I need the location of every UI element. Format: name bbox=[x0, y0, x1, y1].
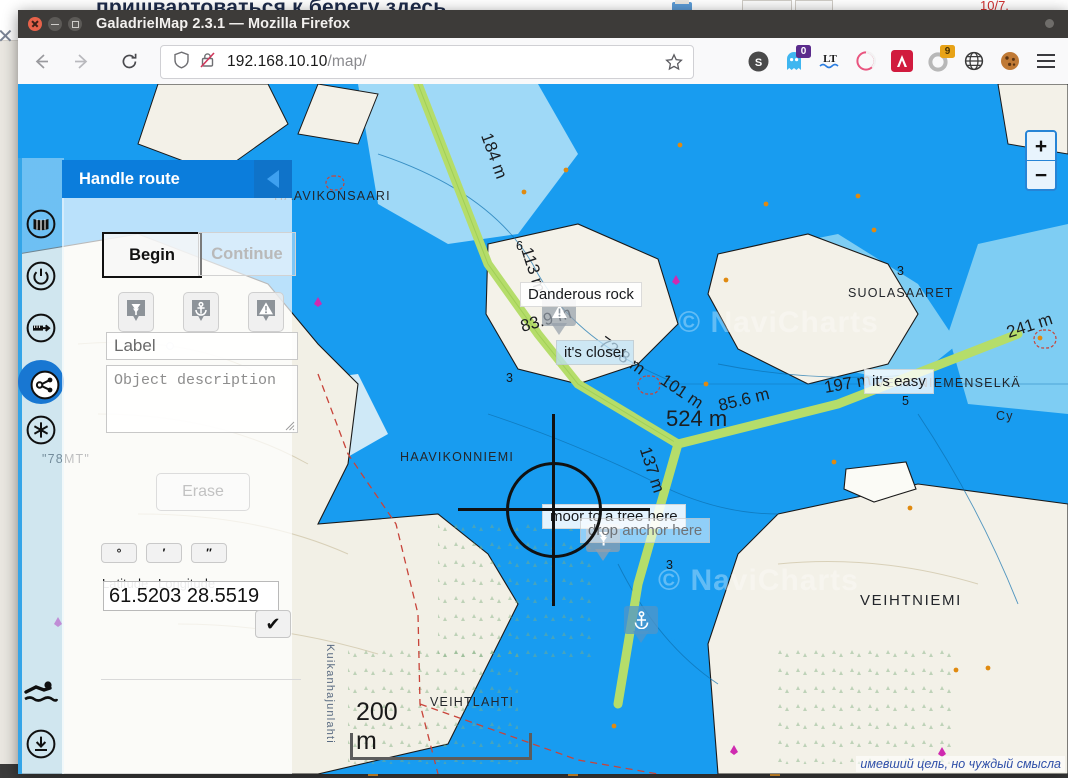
anchor-pin-icon bbox=[192, 300, 210, 321]
tree-pin-icon bbox=[127, 300, 145, 321]
reload-button[interactable] bbox=[112, 44, 146, 78]
tooltip-its-easy[interactable]: it's easy bbox=[864, 369, 934, 394]
map-depth-number: 3 bbox=[666, 558, 673, 572]
svg-text:LT: LT bbox=[823, 53, 837, 65]
power-icon bbox=[26, 261, 56, 291]
app-menu-button[interactable] bbox=[1028, 43, 1064, 79]
map-place-name: Cy bbox=[996, 409, 1014, 423]
panel-divider bbox=[101, 679, 301, 680]
ring-extension-badge: 9 bbox=[940, 45, 955, 58]
shield-icon bbox=[173, 50, 190, 74]
map-watermark: © NaviCharts bbox=[658, 564, 859, 597]
handle-route-panel: Handle route Begin Continue Label Object… bbox=[62, 160, 301, 774]
chevron-left-icon bbox=[267, 170, 279, 188]
sidebar-item-route[interactable] bbox=[18, 360, 64, 404]
snowflake-icon bbox=[26, 415, 56, 445]
map-place-name: SUOLASAARET bbox=[848, 286, 954, 300]
url-bar[interactable]: 192.168.10.10/map/ bbox=[160, 45, 694, 79]
close-window-button[interactable] bbox=[28, 17, 42, 31]
ruler-icon bbox=[26, 313, 56, 343]
sidebar-item-chart[interactable] bbox=[25, 208, 57, 240]
sidebar-item-swim[interactable] bbox=[24, 676, 58, 708]
download-icon bbox=[26, 729, 56, 759]
ring-extension-icon[interactable]: 9 bbox=[920, 43, 956, 79]
progress-extension-icon[interactable] bbox=[848, 43, 884, 79]
sidebar-item-snow[interactable] bbox=[25, 414, 57, 446]
svg-text:S: S bbox=[754, 57, 761, 69]
description-placeholder: Object description bbox=[114, 372, 277, 389]
map-pin-anchor[interactable] bbox=[624, 606, 658, 644]
url-text: 192.168.10.10/map/ bbox=[227, 53, 367, 70]
resize-grip-icon[interactable] bbox=[285, 421, 295, 431]
map-place-name: VEIHTNIEMI bbox=[860, 592, 962, 609]
browser-navbar: 192.168.10.10/map/ S 0 LT 9 bbox=[18, 38, 1068, 85]
zoom-in-button[interactable]: + bbox=[1027, 132, 1055, 160]
bookmark-star-icon[interactable] bbox=[665, 53, 683, 76]
background-x-glyph: ✕ bbox=[0, 26, 14, 48]
map-crosshair-cursor bbox=[458, 414, 650, 606]
left-icon-rail bbox=[18, 158, 64, 774]
label-input[interactable]: Label bbox=[106, 332, 298, 360]
confirm-button[interactable]: ✔ bbox=[255, 610, 291, 638]
unit-minutes-button[interactable]: ′ bbox=[146, 543, 182, 563]
coordinates-input[interactable]: 61.5203 28.5519 bbox=[103, 581, 279, 611]
tooltip-its-closer[interactable]: it's closer bbox=[556, 340, 635, 365]
lock-crossed-icon[interactable] bbox=[199, 51, 216, 74]
anchor-icon bbox=[634, 611, 649, 629]
map-attribution: имевший цель, но чуждый смысла bbox=[856, 756, 1065, 772]
book-icon bbox=[26, 209, 56, 239]
a-extension-icon[interactable] bbox=[884, 43, 920, 79]
tooltip-danderous-rock[interactable]: Danderous rock bbox=[520, 282, 642, 307]
maximize-window-button[interactable] bbox=[68, 17, 82, 31]
begin-button[interactable]: Begin bbox=[102, 232, 202, 278]
marker-anchor-button[interactable] bbox=[183, 292, 219, 332]
marker-tree-button[interactable] bbox=[118, 292, 154, 332]
marker-hazard-button[interactable] bbox=[248, 292, 284, 332]
map-place-name: VEIHTLAHTI bbox=[430, 695, 515, 709]
panel-title: Handle route bbox=[79, 169, 180, 188]
sidebar-item-power[interactable] bbox=[25, 260, 57, 292]
map-watermark: © NaviCharts bbox=[678, 306, 879, 339]
continue-button[interactable]: Continue bbox=[198, 232, 296, 276]
swimmer-icon bbox=[24, 681, 58, 702]
languagetool-extension-icon[interactable]: LT bbox=[812, 43, 848, 79]
unit-degrees-button[interactable]: ° bbox=[101, 543, 137, 563]
map-place-name: Kuikanhajunlahti bbox=[324, 644, 336, 744]
map-place-name: HAAVIKONNIEMI bbox=[400, 450, 514, 464]
extensions-row: S 0 LT 9 bbox=[740, 38, 1064, 84]
back-button[interactable] bbox=[24, 44, 58, 78]
s-extension-icon[interactable]: S bbox=[740, 43, 776, 79]
window-titlebar: GaladrielMap 2.3.1 — Mozilla Firefox bbox=[18, 10, 1068, 38]
sidebar-item-measure[interactable] bbox=[25, 312, 57, 344]
map-viewport[interactable]: © NaviCharts © NaviCharts HAAVIKONNIEMI … bbox=[18, 84, 1068, 774]
ghost-extension-badge: 0 bbox=[796, 45, 811, 58]
warning-pin-icon bbox=[257, 300, 275, 321]
erase-button[interactable]: Erase bbox=[156, 473, 250, 511]
collapse-panel-button[interactable] bbox=[254, 160, 292, 198]
forward-button[interactable] bbox=[64, 44, 98, 78]
map-depth-number: 5 bbox=[902, 394, 909, 408]
description-textarea[interactable]: Object description bbox=[106, 365, 298, 433]
ghost-extension-icon[interactable]: 0 bbox=[776, 43, 812, 79]
minimize-window-button[interactable] bbox=[48, 17, 62, 31]
route-distance-label: 524 m bbox=[666, 406, 728, 431]
unit-seconds-button[interactable]: ″ bbox=[191, 543, 227, 563]
sidebar-item-download[interactable] bbox=[25, 728, 57, 760]
globe-extension-icon[interactable] bbox=[956, 43, 992, 79]
browser-window: GaladrielMap 2.3.1 — Mozilla Firefox 192… bbox=[18, 10, 1068, 774]
map-scale-label: 200 m bbox=[356, 698, 398, 755]
map-zoom-controls: + − bbox=[1025, 130, 1057, 191]
window-indicator-dot bbox=[1045, 19, 1054, 28]
share-route-icon bbox=[30, 370, 60, 400]
cookie-extension-icon[interactable] bbox=[992, 43, 1028, 79]
zoom-out-button[interactable]: − bbox=[1027, 160, 1055, 189]
panel-header: Handle route bbox=[62, 160, 292, 198]
map-depth-number: 3 bbox=[506, 371, 513, 385]
window-title: GaladrielMap 2.3.1 — Mozilla Firefox bbox=[96, 16, 351, 32]
map-depth-number: 3 bbox=[897, 264, 904, 278]
